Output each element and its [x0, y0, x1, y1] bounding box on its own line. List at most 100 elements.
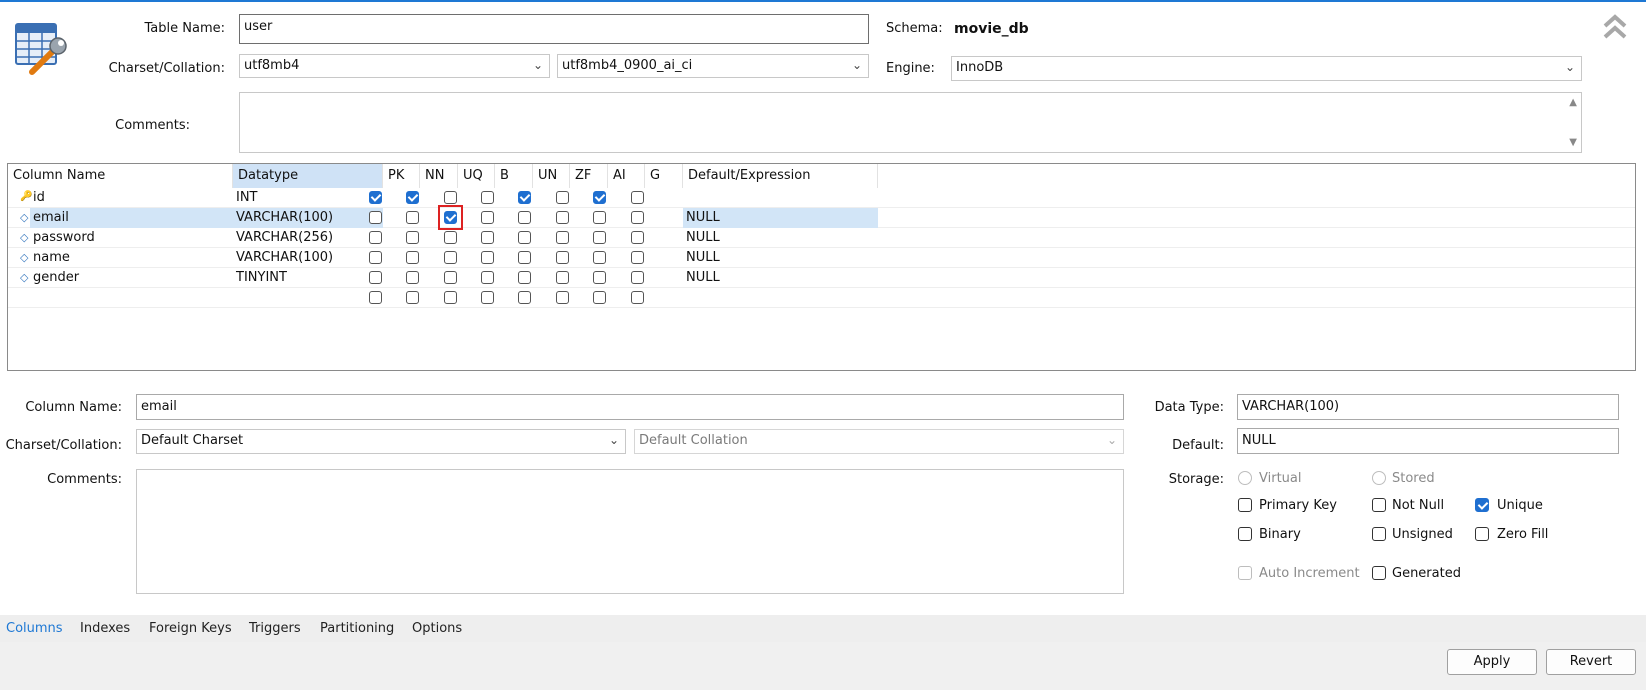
- binary-checkbox[interactable]: [1238, 527, 1252, 541]
- cell-datatype[interactable]: [233, 288, 383, 308]
- cell-column-name[interactable]: name: [30, 248, 233, 268]
- cell-column-name[interactable]: id: [30, 188, 233, 208]
- pk-checkbox[interactable]: [369, 291, 382, 304]
- pk-checkbox[interactable]: [369, 271, 382, 284]
- generated-checkbox[interactable]: [1372, 566, 1386, 580]
- zf-checkbox[interactable]: [556, 291, 569, 304]
- zero-fill-checkbox[interactable]: [1475, 527, 1489, 541]
- nn-checkbox[interactable]: [406, 271, 419, 284]
- primary-key-checkbox[interactable]: [1238, 498, 1252, 512]
- collation-select[interactable]: utf8mb4_0900_ai_ci ⌄: [557, 54, 869, 78]
- cell-default-expression[interactable]: NULL: [683, 268, 878, 288]
- table-row[interactable]: password ◇ VARCHAR(256) NULL: [8, 228, 1635, 248]
- ai-checkbox[interactable]: [593, 251, 606, 264]
- g-checkbox[interactable]: [631, 191, 644, 204]
- column-comments-textarea[interactable]: [136, 469, 1124, 594]
- cell-datatype[interactable]: TINYINT: [233, 268, 383, 288]
- header-column-name[interactable]: Column Name: [8, 164, 233, 188]
- header-g[interactable]: G: [645, 164, 683, 188]
- cell-datatype[interactable]: VARCHAR(100): [233, 208, 383, 228]
- g-checkbox[interactable]: [631, 291, 644, 304]
- table-row[interactable]: gender ◇ TINYINT NULL: [8, 268, 1635, 288]
- header-pk[interactable]: PK: [383, 164, 420, 188]
- columns-grid[interactable]: Column Name Datatype PK NN UQ B UN ZF AI…: [7, 163, 1636, 371]
- table-row[interactable]: name ◇ VARCHAR(100) NULL: [8, 248, 1635, 268]
- pk-checkbox[interactable]: [369, 251, 382, 264]
- header-uq[interactable]: UQ: [458, 164, 495, 188]
- uq-checkbox[interactable]: [444, 251, 457, 264]
- g-checkbox[interactable]: [631, 251, 644, 264]
- nn-checkbox[interactable]: [406, 291, 419, 304]
- tab-indexes[interactable]: Indexes: [80, 621, 130, 636]
- nn-checkbox[interactable]: [406, 191, 419, 204]
- un-checkbox[interactable]: [518, 251, 531, 264]
- nn-checkbox[interactable]: [406, 211, 419, 224]
- cell-default-expression[interactable]: NULL: [683, 228, 878, 248]
- cell-column-name[interactable]: password: [30, 228, 233, 248]
- default-input[interactable]: NULL: [1237, 428, 1619, 454]
- header-nn[interactable]: NN: [420, 164, 458, 188]
- tab-partitioning[interactable]: Partitioning: [320, 621, 394, 636]
- header-b[interactable]: B: [495, 164, 533, 188]
- uq-checkbox[interactable]: [444, 231, 457, 244]
- cell-default-expression[interactable]: [683, 188, 878, 208]
- g-checkbox[interactable]: [631, 271, 644, 284]
- zf-checkbox[interactable]: [556, 211, 569, 224]
- charset-select[interactable]: utf8mb4 ⌄: [239, 54, 550, 78]
- un-checkbox[interactable]: [518, 211, 531, 224]
- cell-datatype[interactable]: INT: [233, 188, 383, 208]
- un-checkbox[interactable]: [518, 191, 531, 204]
- double-chevron-up-icon[interactable]: [1600, 12, 1630, 42]
- revert-button[interactable]: Revert: [1546, 649, 1636, 675]
- not-null-checkbox[interactable]: [1372, 498, 1386, 512]
- uq-checkbox[interactable]: [444, 271, 457, 284]
- table-comments-textarea[interactable]: ▲ ▼: [239, 92, 1582, 153]
- b-checkbox[interactable]: [481, 291, 494, 304]
- header-ai[interactable]: AI: [608, 164, 645, 188]
- table-name-input[interactable]: user: [239, 14, 869, 44]
- cell-datatype[interactable]: VARCHAR(100): [233, 248, 383, 268]
- cell-column-name[interactable]: gender: [30, 268, 233, 288]
- column-charset-select[interactable]: Default Charset ⌄: [136, 429, 626, 454]
- ai-checkbox[interactable]: [593, 191, 606, 204]
- nn-checkbox[interactable]: [406, 251, 419, 264]
- engine-select[interactable]: InnoDB ⌄: [951, 56, 1582, 81]
- datatype-input[interactable]: VARCHAR(100): [1237, 394, 1619, 420]
- stored-radio[interactable]: [1372, 471, 1386, 485]
- header-default-expression[interactable]: Default/Expression: [683, 164, 878, 188]
- ai-checkbox[interactable]: [593, 211, 606, 224]
- table-row[interactable]: id 🔑 INT: [8, 188, 1635, 208]
- pk-checkbox[interactable]: [369, 231, 382, 244]
- nn-checkbox[interactable]: [406, 231, 419, 244]
- cell-column-name[interactable]: email: [30, 208, 233, 228]
- tab-foreign-keys[interactable]: Foreign Keys: [149, 621, 232, 636]
- uq-checkbox[interactable]: [444, 291, 457, 304]
- auto-increment-checkbox[interactable]: [1238, 566, 1252, 580]
- header-datatype[interactable]: Datatype: [233, 164, 383, 188]
- uq-checkbox[interactable]: [444, 191, 457, 204]
- un-checkbox[interactable]: [518, 231, 531, 244]
- pk-checkbox[interactable]: [369, 211, 382, 224]
- zf-checkbox[interactable]: [556, 251, 569, 264]
- cell-datatype[interactable]: VARCHAR(256): [233, 228, 383, 248]
- unique-checkbox[interactable]: [1475, 498, 1489, 512]
- virtual-radio[interactable]: [1238, 471, 1252, 485]
- ai-checkbox[interactable]: [593, 231, 606, 244]
- column-name-input[interactable]: email: [136, 394, 1124, 420]
- unsigned-checkbox[interactable]: [1372, 527, 1386, 541]
- b-checkbox[interactable]: [481, 191, 494, 204]
- un-checkbox[interactable]: [518, 271, 531, 284]
- b-checkbox[interactable]: [481, 271, 494, 284]
- g-checkbox[interactable]: [631, 211, 644, 224]
- cell-column-name[interactable]: [30, 288, 233, 308]
- table-row[interactable]: [8, 288, 1635, 308]
- tab-columns[interactable]: Columns: [6, 621, 63, 636]
- cell-default-expression[interactable]: [683, 288, 878, 308]
- un-checkbox[interactable]: [518, 291, 531, 304]
- cell-default-expression[interactable]: NULL: [683, 208, 878, 228]
- tab-triggers[interactable]: Triggers: [249, 621, 301, 636]
- zf-checkbox[interactable]: [556, 231, 569, 244]
- pk-checkbox[interactable]: [369, 191, 382, 204]
- zf-checkbox[interactable]: [556, 191, 569, 204]
- b-checkbox[interactable]: [481, 251, 494, 264]
